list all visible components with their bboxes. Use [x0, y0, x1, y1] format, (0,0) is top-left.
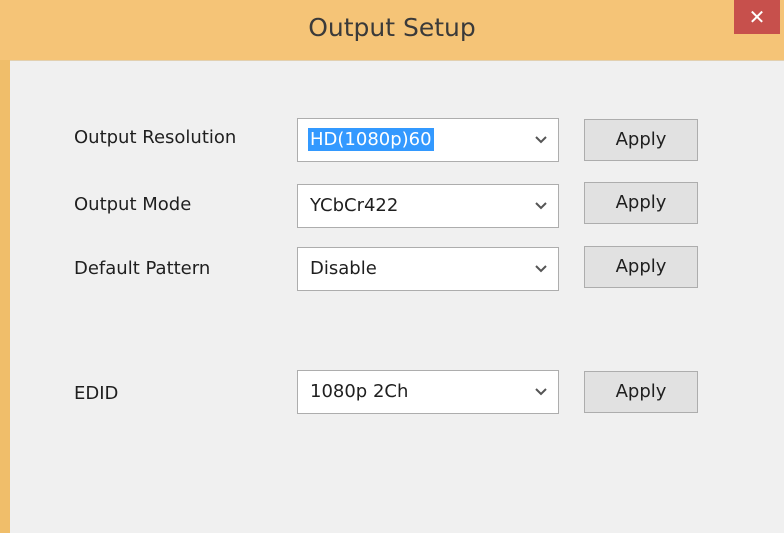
chevron-down-icon [535, 136, 547, 144]
output-mode-select[interactable]: YCbCr422 [297, 184, 559, 228]
close-button[interactable]: ✕ [734, 0, 780, 34]
default-pattern-label: Default Pattern [74, 258, 211, 279]
apply-output-resolution-button[interactable]: Apply [584, 119, 698, 161]
output-mode-value: YCbCr422 [310, 195, 399, 216]
window-title: Output Setup [308, 13, 476, 42]
edid-label: EDID [74, 383, 119, 404]
default-pattern-value: Disable [310, 258, 377, 279]
output-resolution-label: Output Resolution [74, 127, 237, 148]
output-resolution-select[interactable]: HD(1080p)60 [297, 118, 559, 162]
title-bar[interactable]: Output Setup ✕ [0, 0, 784, 60]
chevron-down-icon [535, 202, 547, 210]
dialog-body: Output Resolution HD(1080p)60 Apply Outp… [10, 60, 784, 533]
edid-select[interactable]: 1080p 2Ch [297, 370, 559, 414]
output-setup-window: Output Setup ✕ Output Resolution HD(1080… [0, 0, 784, 533]
apply-output-mode-button[interactable]: Apply [584, 182, 698, 224]
output-resolution-value: HD(1080p)60 [308, 128, 434, 151]
apply-edid-button[interactable]: Apply [584, 371, 698, 413]
apply-default-pattern-button[interactable]: Apply [584, 246, 698, 288]
chevron-down-icon [535, 265, 547, 273]
chevron-down-icon [535, 388, 547, 396]
close-icon: ✕ [748, 5, 766, 29]
default-pattern-select[interactable]: Disable [297, 247, 559, 291]
edid-value: 1080p 2Ch [310, 381, 409, 402]
output-mode-label: Output Mode [74, 194, 192, 215]
